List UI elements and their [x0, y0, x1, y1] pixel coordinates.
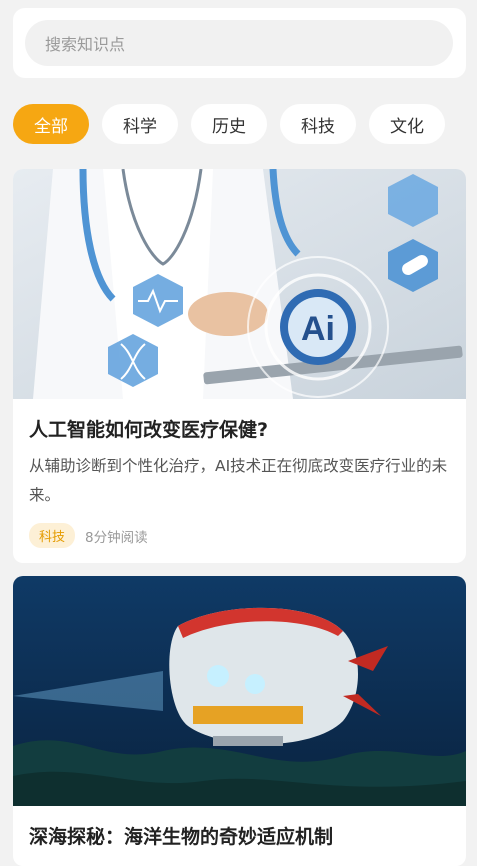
- article-image: Ai: [13, 169, 466, 399]
- article-title: 深海探秘：海洋生物的奇妙适应机制: [29, 826, 334, 848]
- search-placeholder: 搜索知识点: [45, 35, 126, 54]
- article-tag: 科技: [29, 523, 76, 548]
- tab-all[interactable]: 全部: [13, 104, 89, 144]
- search-input[interactable]: 搜索知识点: [25, 20, 453, 66]
- tab-history[interactable]: 历史: [191, 104, 267, 144]
- search-container: 搜索知识点: [13, 8, 466, 78]
- article-meta: 科技 8分钟阅读: [29, 523, 148, 548]
- article-summary: 从辅助诊断到个性化治疗，AI技术正在彻底改变医疗行业的未来。: [29, 457, 448, 504]
- article-image: [13, 576, 466, 806]
- ai-badge-text: Ai: [301, 310, 335, 348]
- tab-science[interactable]: 科学: [102, 104, 178, 144]
- category-tabs: 全部 科学 历史 科技 文化: [13, 104, 466, 144]
- read-time: 8分钟阅读: [85, 529, 148, 546]
- tab-culture[interactable]: 文化: [369, 104, 445, 144]
- article-title: 人工智能如何改变医疗保健?: [29, 419, 269, 441]
- article-card[interactable]: Ai 人工智能如何改变医疗保健? 从辅助诊断到个性化治疗，AI技术正在彻底改变医…: [13, 169, 466, 563]
- tab-technology[interactable]: 科技: [280, 104, 356, 144]
- article-card[interactable]: 深海探秘：海洋生物的奇妙适应机制: [13, 576, 466, 866]
